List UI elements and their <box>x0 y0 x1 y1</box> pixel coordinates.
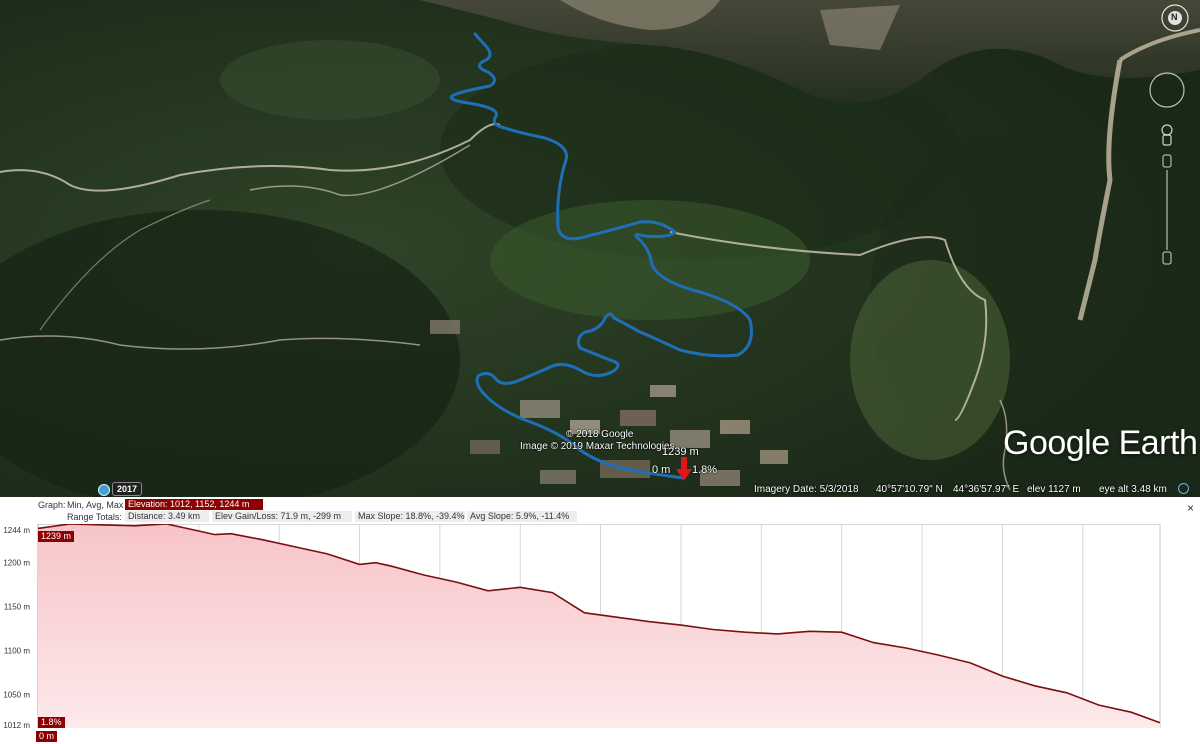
y-axis: 1244 m1200 m1150 m1100 m1050 m1012 m <box>3 526 30 730</box>
cursor-distance-badge: 0 m <box>36 731 58 742</box>
elevation-chart[interactable]: 1244 m1200 m1150 m1100 m1050 m1012 m 0.2… <box>0 524 1200 744</box>
y-tick-label: 1100 m <box>4 647 30 656</box>
y-tick-label: 1200 m <box>3 559 30 568</box>
distance-stat: Distance: 3.49 km <box>125 511 209 522</box>
copyright-google: © 2018 Google <box>566 429 634 440</box>
range-totals-label: Range Totals: <box>67 512 122 522</box>
graph-label: Graph: <box>38 500 66 510</box>
avg-slope-stat: Avg Slope: 5.9%, -11.4% <box>467 511 577 522</box>
street-view-icon[interactable] <box>1161 124 1173 146</box>
elevation-readout: elev 1127 m <box>1027 484 1081 495</box>
marker-slope-label: 1.8% <box>692 464 718 476</box>
elevation-stats: Elevation: 1012, 1152, 1244 m <box>125 499 263 510</box>
graph-toolbar: Graph: Min, Avg, Max Elevation: 1012, 11… <box>0 497 1200 524</box>
copyright-imagery: Image © 2019 Maxar Technologies <box>520 441 675 452</box>
loading-indicator-icon <box>1178 483 1189 494</box>
navigation-controls[interactable]: N <box>1140 0 1200 280</box>
google-earth-logo: Google Earth <box>1003 424 1198 462</box>
elevation-profile-panel[interactable]: Graph: Min, Avg, Max Elevation: 1012, 11… <box>0 497 1200 744</box>
historical-imagery-year[interactable]: 2017 <box>112 482 143 496</box>
y-tick-label: 1050 m <box>3 691 30 700</box>
marker-distance-label: 0 m <box>652 464 671 476</box>
satellite-imagery <box>0 0 1200 497</box>
eye-altitude-readout: eye alt 3.48 km <box>1099 484 1167 495</box>
compass-north-label: N <box>1171 12 1178 22</box>
map-view[interactable]: N © 2018 Google Image © 2019 Maxar Techn… <box>0 0 1200 497</box>
position-marker-icon <box>676 457 692 481</box>
latitude-readout: 40°57'10.79" N <box>876 484 943 495</box>
historical-imagery-clock-icon[interactable] <box>98 484 110 496</box>
y-tick-label: 1150 m <box>4 603 30 612</box>
graph-mode[interactable]: Min, Avg, Max <box>67 500 123 510</box>
look-joystick-icon[interactable] <box>1149 72 1185 108</box>
imagery-date: Imagery Date: 5/3/2018 <box>754 484 859 495</box>
close-graph-button[interactable]: × <box>1187 501 1194 515</box>
elev-gain-loss-stat: Elev Gain/Loss: 71.9 m, -299 m <box>212 511 352 522</box>
zoom-slider[interactable] <box>1162 154 1172 265</box>
cursor-slope-badge: 1.8% <box>38 717 65 728</box>
y-tick-label: 1244 m <box>3 526 30 535</box>
cursor-elevation-badge: 1239 m <box>38 531 75 542</box>
x-axis-bar <box>0 728 1200 744</box>
max-slope-stat: Max Slope: 18.8%, -39.4% <box>355 511 465 522</box>
longitude-readout: 44°36'57.97" E <box>953 484 1020 495</box>
